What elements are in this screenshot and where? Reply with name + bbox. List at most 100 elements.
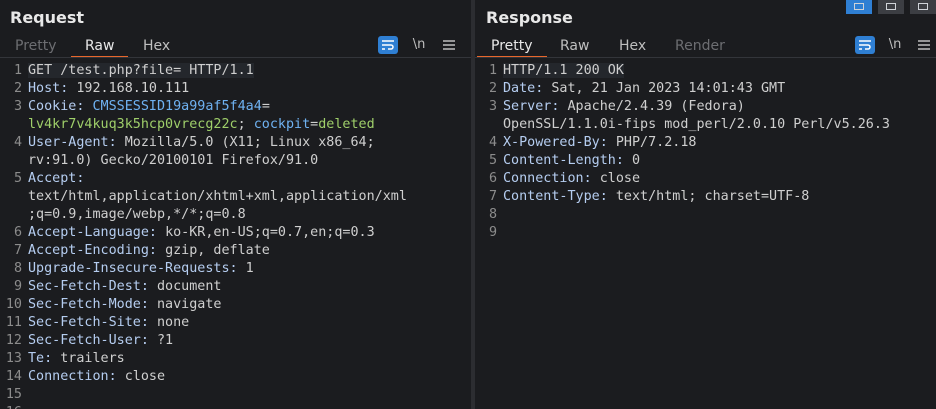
code-token: Content-Length:	[503, 153, 632, 168]
code-token: Host:	[28, 81, 77, 96]
code-token: Server:	[503, 99, 568, 114]
code-token: Mozilla/5.0 (X11; Linux x86_64;	[124, 135, 375, 150]
code-token: Sec-Fetch-Mode:	[28, 297, 157, 312]
code-text: GET /test.php?file= HTTP/1.1	[28, 63, 254, 78]
code-line: 2 Date: Sat, 21 Jan 2023 14:01:43 GMT	[475, 80, 936, 98]
code-text: Te: trailers	[28, 351, 125, 366]
line-number: 9	[13, 279, 22, 294]
request-hamburger-menu-icon[interactable]	[441, 36, 457, 54]
line-number: 6	[13, 225, 22, 240]
code-token: 0	[632, 153, 641, 168]
code-token: Apache/2.4.39 (Fedora)	[567, 99, 745, 114]
code-line: 1 GET /test.php?file= HTTP/1.1	[0, 62, 471, 80]
code-token: 1	[245, 261, 254, 276]
line-number: 14	[5, 369, 22, 384]
code-token: =	[261, 99, 270, 114]
code-line: 9 Sec-Fetch-Dest: document	[0, 278, 471, 296]
code-token: ko-KR,en-US;q=0.7,en;q=0.3	[165, 225, 375, 240]
code-token: Sec-Fetch-Dest:	[28, 279, 157, 294]
code-line: OpenSSL/1.1.0i-fips mod_perl/2.0.10 Perl…	[475, 116, 936, 134]
request-tab-pretty[interactable]: Pretty	[15, 36, 57, 56]
code-token: GET /test.php?file= HTTP/1.1	[28, 63, 254, 78]
split-vertical-icon[interactable]	[878, 0, 904, 14]
line-number: 3	[13, 99, 22, 114]
code-token: none	[157, 315, 190, 330]
code-line: 4 User-Agent: Mozilla/5.0 (X11; Linux x86…	[0, 134, 471, 152]
code-line: 7 Accept-Encoding: gzip, deflate	[0, 242, 471, 260]
code-line: 6 Connection: close	[475, 170, 936, 188]
code-token: Sec-Fetch-User:	[28, 333, 157, 348]
code-token: PHP/7.2.18	[615, 135, 697, 150]
request-tab-hex[interactable]: Hex	[143, 36, 170, 56]
code-token: Date:	[503, 81, 552, 96]
code-token: Sat, 21 Jan 2023 14:01:43 GMT	[551, 81, 786, 96]
code-text: rv:91.0) Gecko/20100101 Firefox/91.0	[28, 153, 318, 168]
code-token: Accept-Language:	[28, 225, 166, 240]
code-text: Sec-Fetch-User: ?1	[28, 333, 173, 348]
code-token: close	[599, 171, 641, 186]
request-word-wrap-icon[interactable]	[378, 36, 398, 54]
code-text: Accept-Encoding: gzip, deflate	[28, 243, 270, 258]
response-word-wrap-icon[interactable]	[855, 36, 875, 54]
response-editor[interactable]: 1 HTTP/1.1 200 OK 2 Date: Sat, 21 Jan 2023 …	[475, 62, 936, 409]
code-line: 7 Content-Type: text/html; charset=UTF-8	[475, 188, 936, 206]
line-number: 12	[5, 333, 22, 348]
request-editor[interactable]: 1 GET /test.php?file= HTTP/1.1 2 Host: 192.…	[0, 62, 471, 409]
code-text: text/html,application/xhtml+xml,applicat…	[28, 189, 407, 204]
line-number: 1	[488, 63, 497, 78]
response-hamburger-menu-icon[interactable]	[916, 36, 932, 54]
code-text: Cookie: CMSSESSID19a99af5f4a4=	[28, 99, 270, 114]
code-token: gzip, deflate	[165, 243, 270, 258]
code-line: text/html,application/xhtml+xml,applicat…	[0, 188, 471, 206]
code-text: ;q=0.9,image/webp,*/*;q=0.8	[28, 207, 246, 222]
line-number: 2	[488, 81, 497, 96]
code-text: X-Powered-By: PHP/7.2.18	[503, 135, 697, 150]
response-tab-pretty[interactable]: Pretty	[477, 36, 546, 58]
code-line: 2 Host: 192.168.10.111	[0, 80, 471, 98]
code-text: Connection: close	[503, 171, 640, 186]
code-token: Content-Type:	[503, 189, 616, 204]
code-token: trailers	[60, 351, 125, 366]
code-text: Date: Sat, 21 Jan 2023 14:01:43 GMT	[503, 81, 785, 96]
line-number: 10	[5, 297, 22, 312]
code-text: Sec-Fetch-Mode: navigate	[28, 297, 222, 312]
line-number: 8	[488, 207, 497, 222]
request-title: Request	[10, 8, 85, 27]
code-line: 9	[475, 224, 936, 242]
request-newline-toggle[interactable]: \n	[410, 36, 428, 54]
split-horizontal-icon[interactable]	[846, 0, 872, 14]
code-token: Te:	[28, 351, 61, 366]
line-number: 6	[488, 171, 497, 186]
code-text: Sec-Fetch-Dest: document	[28, 279, 222, 294]
code-line: 10 Sec-Fetch-Mode: navigate	[0, 296, 471, 314]
code-text: Connection: close	[28, 369, 165, 384]
code-token: X-Powered-By:	[503, 135, 616, 150]
code-line: 12 Sec-Fetch-User: ?1	[0, 332, 471, 350]
request-tab-raw[interactable]: Raw	[70, 36, 130, 58]
line-number: 1	[13, 63, 22, 78]
single-pane-icon[interactable]	[910, 0, 936, 14]
line-number: 5	[13, 171, 22, 186]
response-tab-raw[interactable]: Raw	[560, 36, 589, 56]
code-line: 16	[0, 404, 471, 409]
code-token: navigate	[157, 297, 222, 312]
code-line: 13 Te: trailers	[0, 350, 471, 368]
code-token: Upgrade-Insecure-Requests:	[28, 261, 246, 276]
code-line: 5 Accept:	[0, 170, 471, 188]
code-line: 3 Server: Apache/2.4.39 (Fedora)	[475, 98, 936, 116]
code-line: rv:91.0) Gecko/20100101 Firefox/91.0	[0, 152, 471, 170]
code-text: Content-Length: 0	[503, 153, 640, 168]
line-number: 16	[0, 404, 22, 409]
response-newline-toggle[interactable]: \n	[886, 36, 904, 54]
response-tab-render[interactable]: Render	[675, 36, 725, 56]
code-text: Server: Apache/2.4.39 (Fedora)	[503, 99, 745, 114]
code-text: OpenSSL/1.1.0i-fips mod_perl/2.0.10 Perl…	[503, 117, 890, 132]
response-tab-hex[interactable]: Hex	[619, 36, 646, 56]
code-token: close	[124, 369, 166, 384]
response-title: Response	[486, 8, 573, 27]
code-token: HTTP/1.1 200 OK	[503, 63, 624, 78]
code-token: cockpit	[253, 117, 311, 132]
code-text: lv4kr7v4kuq3k5hcp0vrecg22c; cockpit=dele…	[28, 117, 375, 132]
code-token: Accept-Encoding:	[28, 243, 166, 258]
code-line: 3 Cookie: CMSSESSID19a99af5f4a4=	[0, 98, 471, 116]
